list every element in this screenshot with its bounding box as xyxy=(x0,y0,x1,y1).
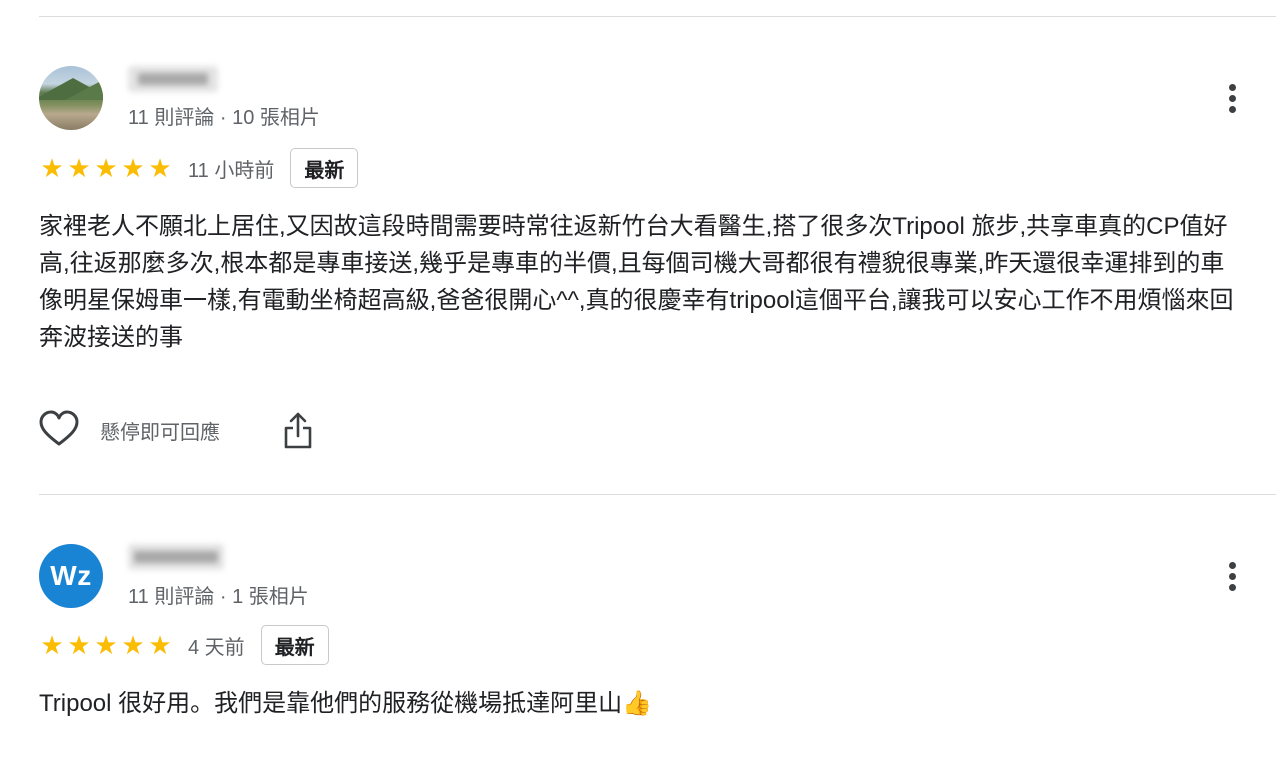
more-options-button[interactable] xyxy=(1218,556,1246,596)
newest-badge: 最新 xyxy=(260,625,329,665)
star-rating: ★ ★ ★ ★ ★ xyxy=(39,632,173,658)
star-icon: ★ xyxy=(67,630,91,660)
star-icon: ★ xyxy=(40,630,64,660)
star-icon: ★ xyxy=(148,630,172,660)
review-time: 4 天前 xyxy=(188,636,245,659)
reviewer-avatar[interactable]: Wz xyxy=(39,544,103,608)
star-icon: ★ xyxy=(121,630,145,660)
review-card: Wz 11 則評論 · 1 張相片 ★ ★ ★ ★ ★ 4 天前 最新 Trip… xyxy=(39,0,1276,758)
reviewer-name-redacted[interactable] xyxy=(128,544,224,570)
review-text: Tripool 很好用。我們是靠他們的服務從機場抵達阿里山👍 xyxy=(39,690,653,717)
reviewer-meta[interactable]: 11 則評論 · 1 張相片 xyxy=(128,580,309,609)
star-icon: ★ xyxy=(94,630,118,660)
more-vert-icon xyxy=(1228,561,1236,569)
rating-row: ★ ★ ★ ★ ★ 4 天前 最新 xyxy=(39,625,329,665)
